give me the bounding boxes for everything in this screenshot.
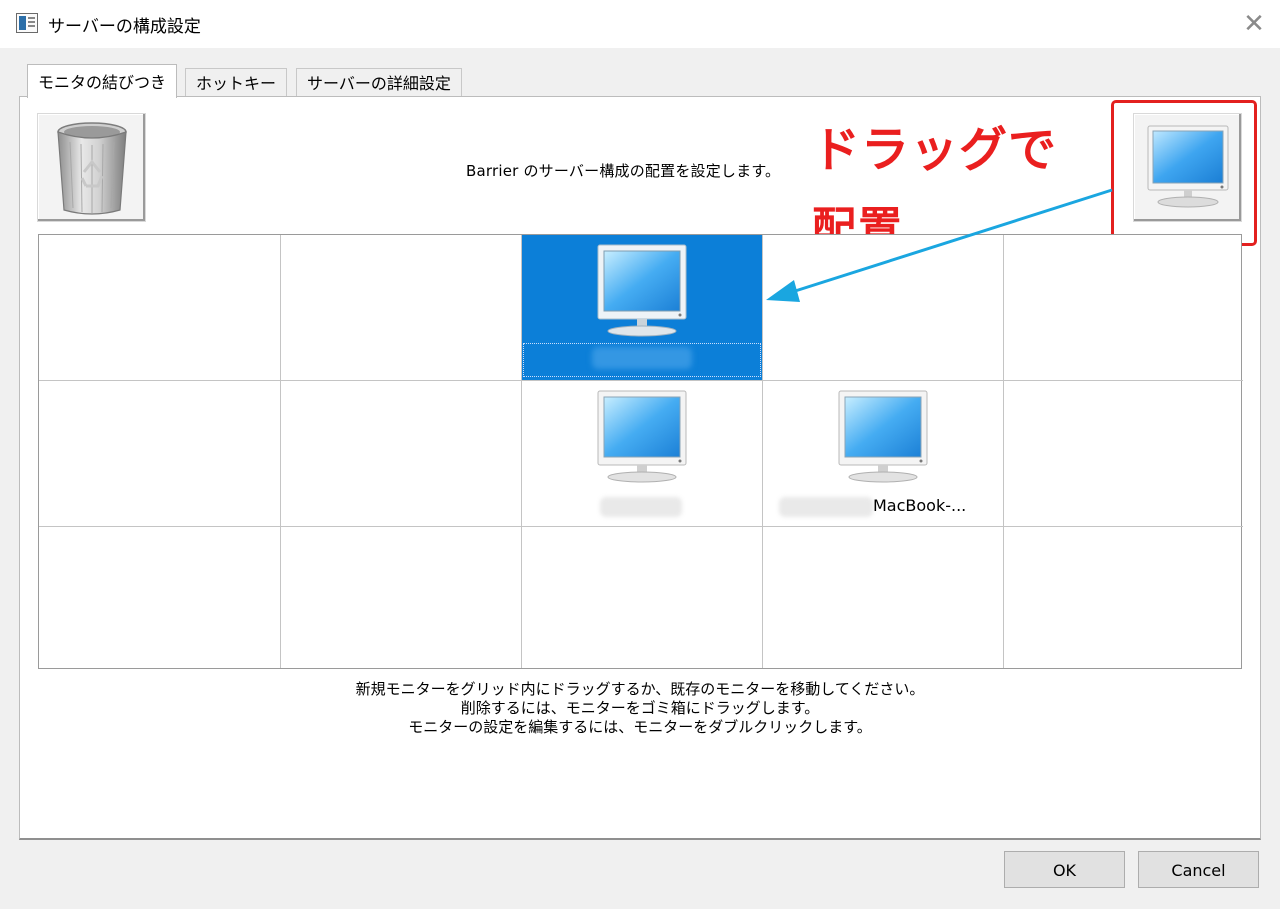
grid-cell[interactable]: [1004, 235, 1243, 381]
help-text: 新規モニターをグリッド内にドラッグするか、既存のモニターを移動してください。 削…: [338, 680, 942, 737]
grid-cell[interactable]: [281, 381, 522, 527]
window-app-icon: [16, 13, 38, 33]
ok-button[interactable]: OK: [1004, 851, 1125, 888]
window-title: サーバーの構成設定: [48, 17, 201, 37]
cancel-button[interactable]: Cancel: [1138, 851, 1259, 888]
grid-cell[interactable]: [39, 527, 281, 668]
grid-cell-screen[interactable]: MacBook-...: [763, 381, 1004, 527]
grid-cell[interactable]: [1004, 381, 1243, 527]
help-line: モニターの設定を編集するには、モニターをダブルクリックします。: [408, 718, 872, 736]
help-line: 削除するには、モニターをゴミ箱にドラッグします。: [460, 699, 820, 717]
trash-drop-target[interactable]: [37, 113, 146, 222]
grid-cell[interactable]: [522, 527, 763, 668]
monitor-icon: [597, 390, 687, 483]
title-bar: サーバーの構成設定 ✕: [0, 0, 1280, 48]
annotation-highlight-box: [1111, 100, 1257, 246]
grid-cell[interactable]: [39, 381, 281, 527]
instruction-text: Barrier のサーバー構成の配置を設定します。: [466, 162, 781, 180]
grid-cell[interactable]: [39, 235, 281, 381]
tab-screen-links[interactable]: モニタの結びつき: [27, 64, 178, 98]
help-line: 新規モニターをグリッド内にドラッグするか、既存のモニターを移動してください。: [355, 680, 925, 698]
screen-name: [522, 495, 762, 517]
grid-cell[interactable]: [281, 527, 522, 668]
screen-name-redacted: [779, 497, 873, 517]
screen-name: MacBook-...: [873, 496, 967, 515]
annotation-text: ドラッグで: [812, 122, 1058, 178]
monitor-icon: [597, 244, 687, 337]
recycle-bin-icon: [57, 122, 127, 215]
grid-cell[interactable]: [1004, 527, 1243, 668]
grid-cell-screen[interactable]: [522, 381, 763, 527]
grid-cell-screen-selected[interactable]: [522, 235, 763, 381]
close-icon[interactable]: ✕: [1238, 8, 1270, 40]
grid-cell[interactable]: [763, 527, 1004, 668]
tab-hotkeys[interactable]: ホットキー: [185, 68, 288, 97]
monitor-icon: [838, 390, 928, 483]
grid-cell[interactable]: [763, 235, 1004, 381]
screen-grid[interactable]: MacBook-...: [38, 234, 1243, 669]
tab-advanced-settings[interactable]: サーバーの詳細設定: [296, 68, 462, 97]
grid-cell[interactable]: [281, 235, 522, 381]
screen-name: [523, 343, 761, 377]
